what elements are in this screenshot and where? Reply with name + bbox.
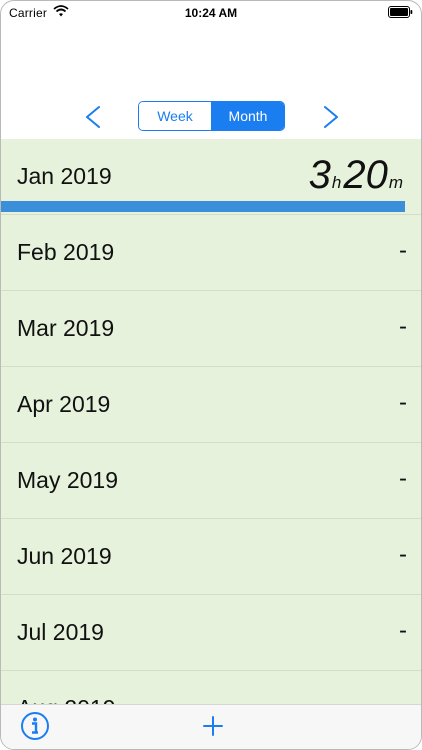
period-navigation: Week Month: [1, 97, 421, 137]
month-label: Apr 2019: [17, 391, 111, 417]
hours-unit: h: [331, 173, 342, 192]
total-minutes: 20: [343, 153, 388, 197]
chevron-left-icon[interactable]: [79, 97, 109, 137]
list-item[interactable]: May 2019 -: [1, 443, 421, 519]
chevron-right-icon[interactable]: [315, 97, 345, 137]
month-label: Jan 2019: [17, 163, 112, 189]
segment-month[interactable]: Month: [212, 102, 284, 130]
list-item[interactable]: Jun 2019 -: [1, 519, 421, 595]
list-item[interactable]: Jul 2019 -: [1, 595, 421, 671]
month-progress-bar: [1, 201, 405, 212]
month-total-empty: -: [399, 389, 407, 416]
minutes-unit: m: [388, 173, 403, 192]
list-item[interactable]: Mar 2019 -: [1, 291, 421, 367]
month-total-empty: -: [399, 617, 407, 644]
status-bar: Carrier 10:24 AM: [1, 1, 421, 25]
list-item[interactable]: Apr 2019 -: [1, 367, 421, 443]
month-label: Jun 2019: [17, 543, 112, 569]
month-label: Feb 2019: [17, 239, 115, 265]
month-label: Mar 2019: [17, 315, 115, 341]
month-total-empty: -: [399, 237, 407, 264]
month-label: Jul 2019: [17, 619, 104, 645]
month-list: Jan 2019 3h20m Feb 2019 - Mar 2019 - Apr…: [1, 139, 421, 706]
month-total-empty: -: [399, 465, 407, 492]
month-total-empty: -: [399, 313, 407, 340]
list-item[interactable]: Aug 2019 -: [1, 671, 421, 706]
month-progress-fill: [1, 201, 405, 212]
list-item[interactable]: Feb 2019 -: [1, 215, 421, 291]
month-total-empty: -: [399, 541, 407, 568]
info-icon[interactable]: [20, 711, 50, 741]
tab-bar: [1, 704, 421, 749]
status-time: 10:24 AM: [184, 6, 238, 20]
segment-week[interactable]: Week: [139, 102, 212, 130]
total-hours: 3: [308, 153, 331, 197]
list-item[interactable]: Jan 2019 3h20m: [1, 139, 421, 215]
plus-icon[interactable]: [198, 711, 228, 741]
battery-icon: [388, 6, 413, 18]
period-segmented-control: Week Month: [138, 101, 285, 131]
month-total-time: 3h20m: [309, 153, 405, 198]
month-label: May 2019: [17, 467, 119, 493]
app-frame: Carrier 10:24 AM Week Month Jan 2019 3h2…: [0, 0, 422, 750]
